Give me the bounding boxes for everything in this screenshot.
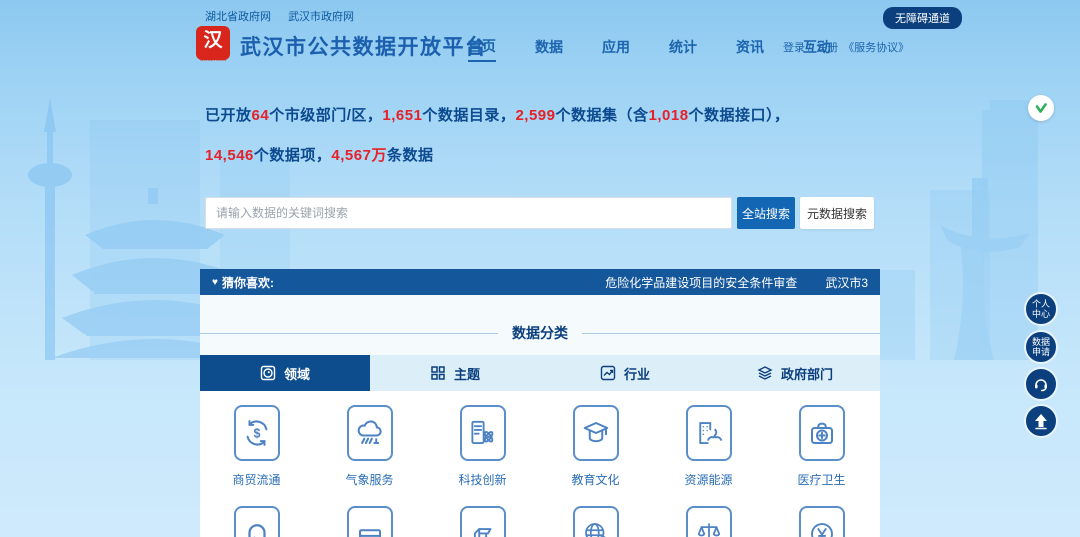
green-v-badge[interactable] bbox=[1028, 95, 1054, 121]
transport-arch-icon bbox=[242, 519, 272, 537]
finance-yuan-icon bbox=[807, 519, 837, 537]
up-arrow-icon bbox=[1032, 412, 1050, 430]
section-title: 数据分类 bbox=[512, 323, 568, 343]
site-logo-seal[interactable]: 汉 bbox=[196, 26, 230, 60]
category-row-2 bbox=[200, 506, 880, 537]
gov-links: 湖北省政府网 武汉市政府网 bbox=[205, 8, 368, 24]
site-search-button[interactable]: 全站搜索 bbox=[737, 197, 795, 229]
register-link[interactable]: 注册 bbox=[816, 39, 838, 55]
login-link[interactable]: 登录 / bbox=[783, 39, 811, 55]
category-commerce[interactable]: $ 商贸流通 bbox=[200, 405, 313, 488]
classification-tabs: 领域 主题 行业 政府部门 bbox=[200, 355, 880, 391]
category-weather[interactable]: 气象服务 bbox=[313, 405, 426, 488]
category-row2-1[interactable] bbox=[200, 506, 313, 537]
customer-service-button[interactable] bbox=[1024, 367, 1058, 401]
service-agreement-link[interactable]: 《服务协议》 bbox=[843, 39, 909, 55]
headset-icon bbox=[1032, 375, 1050, 393]
recommend-ticker-next[interactable]: 武汉市3 bbox=[825, 274, 868, 291]
category-row2-5[interactable] bbox=[652, 506, 765, 537]
education-graduation-cap-icon bbox=[581, 418, 611, 448]
tab-industry[interactable]: 行业 bbox=[540, 355, 710, 391]
nav-home[interactable]: 首页 bbox=[468, 36, 496, 62]
commerce-dollar-cycle-icon: $ bbox=[242, 418, 272, 448]
justice-scales-icon bbox=[694, 519, 724, 537]
tab-departments[interactable]: 政府部门 bbox=[710, 355, 880, 391]
personal-center-button[interactable]: 个人中心 bbox=[1024, 292, 1058, 326]
furniture-platform-icon bbox=[355, 519, 385, 537]
recommend-label: 猜你喜欢: bbox=[222, 274, 274, 291]
resources-building-fan-icon bbox=[694, 418, 724, 448]
svg-text:$: $ bbox=[253, 426, 260, 440]
nav-news[interactable]: 资讯 bbox=[736, 37, 764, 61]
open-data-stats: 已开放64个市级部门/区，1,651个数据目录，2,599个数据集（含1,018… bbox=[205, 96, 823, 176]
search-input[interactable] bbox=[205, 197, 732, 229]
theme-grid-icon bbox=[430, 365, 446, 381]
tab-field[interactable]: 领域 bbox=[200, 355, 370, 391]
section-header: 数据分类 bbox=[200, 323, 880, 343]
category-education[interactable]: 教育文化 bbox=[539, 405, 652, 488]
data-request-button[interactable]: 数据申请 bbox=[1024, 330, 1058, 364]
industry-chart-icon bbox=[600, 365, 616, 381]
categories-content: $ 商贸流通 气象服务 科技创新 教育文化 资源能源 bbox=[200, 391, 880, 537]
category-row2-2[interactable] bbox=[313, 506, 426, 537]
green-v-badge-icon bbox=[1033, 100, 1049, 116]
weather-cloud-rain-icon bbox=[355, 418, 385, 448]
recommend-ticker-item[interactable]: 危险化学品建设项目的安全条件审查 bbox=[605, 274, 797, 291]
category-row2-3[interactable] bbox=[426, 506, 539, 537]
category-resources[interactable]: 资源能源 bbox=[652, 405, 765, 488]
nav-apps[interactable]: 应用 bbox=[602, 37, 630, 61]
category-technology[interactable]: 科技创新 bbox=[426, 405, 539, 488]
field-compass-icon bbox=[260, 365, 276, 381]
recommend-bar: ♥ 猜你喜欢: 危险化学品建设项目的安全条件审查 武汉市3 bbox=[200, 269, 880, 295]
data-classification-panel: 数据分类 领域 主题 行业 政府部门 $ bbox=[200, 295, 880, 537]
meta-search-button[interactable]: 元数据搜索 bbox=[800, 197, 874, 229]
site-title[interactable]: 武汉市公共数据开放平台 bbox=[240, 31, 488, 61]
accessibility-button[interactable]: 无障碍通道 bbox=[883, 7, 962, 29]
category-medical[interactable]: 医疗卫生 bbox=[765, 405, 878, 488]
back-to-top-button[interactable] bbox=[1024, 404, 1058, 438]
departments-layers-icon bbox=[757, 365, 773, 381]
auth-links: 登录 / 注册 《服务协议》 bbox=[783, 39, 909, 55]
medical-bag-cross-icon bbox=[807, 418, 837, 448]
nav-stats[interactable]: 统计 bbox=[669, 37, 697, 61]
nav-data[interactable]: 数据 bbox=[535, 37, 563, 61]
page: 湖北省政府网 武汉市政府网 无障碍通道 汉 WUHAN DATA 武汉市公共数据… bbox=[0, 0, 1080, 537]
construction-crane-icon bbox=[468, 519, 498, 537]
heart-icon: ♥ bbox=[212, 277, 218, 288]
link-hubei-gov[interactable]: 湖北省政府网 bbox=[205, 11, 271, 23]
link-wuhan-gov[interactable]: 武汉市政府网 bbox=[288, 11, 354, 23]
tab-theme[interactable]: 主题 bbox=[370, 355, 540, 391]
category-row2-6[interactable] bbox=[765, 506, 878, 537]
category-row2-4[interactable] bbox=[539, 506, 652, 537]
technology-doc-atom-icon bbox=[468, 418, 498, 448]
category-row-1: $ 商贸流通 气象服务 科技创新 教育文化 资源能源 bbox=[200, 405, 880, 488]
globe-network-icon bbox=[581, 519, 611, 537]
site-logo-subtext: WUHAN DATA bbox=[194, 57, 232, 62]
